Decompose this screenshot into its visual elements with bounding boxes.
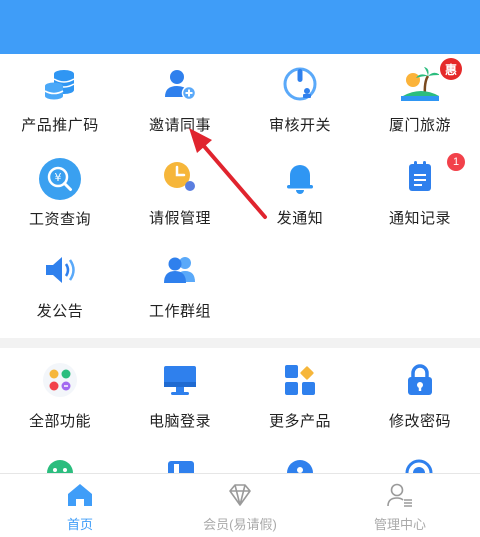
salary-search-icon: ¥ (38, 157, 82, 201)
island-icon (400, 64, 440, 104)
notice-record-icon (400, 157, 440, 197)
feature-review-switch[interactable]: 审核开关 (240, 54, 360, 147)
speaker-icon (40, 250, 80, 290)
feature-send-notice[interactable]: 发通知 (240, 147, 360, 240)
tab-admin-center[interactable]: 管理中心 (320, 474, 480, 537)
feature-label: 发公告 (36, 303, 84, 320)
feature-panel-secondary: 全部功能 电脑登录 更多产品 修改密码 (0, 348, 480, 473)
tab-label-home: 首页 (66, 517, 93, 532)
feature-label: 审核开关 (268, 117, 331, 134)
tab-label-admin: 管理中心 (373, 517, 426, 532)
feature-change-password[interactable]: 修改密码 (360, 348, 480, 448)
partial-blue-icon (166, 458, 196, 474)
add-user-icon (160, 64, 200, 104)
feature-product-qrcode[interactable]: 产品推广码 (0, 54, 120, 147)
feature-work-group[interactable]: 工作群组 (120, 240, 240, 333)
feature-label: 工作群组 (148, 303, 211, 320)
power-switch-icon (280, 64, 320, 104)
more-products-icon (280, 360, 320, 400)
coin-stack-icon (40, 64, 80, 104)
group-icon (160, 250, 200, 290)
partial-circle-icon (285, 458, 315, 474)
lock-icon (400, 360, 440, 400)
admin-user-icon (387, 483, 412, 507)
computer-icon (160, 360, 200, 400)
feature-label: 工资查询 (28, 211, 91, 228)
all-functions-icon (40, 360, 80, 400)
feature-grid-secondary: 全部功能 电脑登录 更多产品 修改密码 (0, 348, 480, 448)
feature-label: 厦门旅游 (388, 117, 451, 134)
feature-label: 发通知 (276, 210, 324, 227)
feature-invite-colleague[interactable]: 邀请同事 (120, 54, 240, 147)
diamond-icon (229, 484, 251, 506)
feature-post-announcement[interactable]: 发公告 (0, 240, 120, 333)
tab-label-member: 会员(易请假) (203, 517, 277, 532)
feature-grid-main: 产品推广码 邀请同事 审核开关 惠 厦门旅游 ¥ 工资查询 请假管理 发通知 1… (0, 54, 480, 333)
feature-panel-main: 产品推广码 邀请同事 审核开关 惠 厦门旅游 ¥ 工资查询 请假管理 发通知 1… (0, 54, 480, 338)
next-row-peek (0, 458, 480, 474)
feature-leave-management[interactable]: 请假管理 (120, 147, 240, 240)
feature-notice-record[interactable]: 1 通知记录 (360, 147, 480, 240)
feature-label: 请假管理 (148, 210, 211, 227)
leave-clock-icon (160, 157, 200, 197)
tab-member[interactable]: 会员(易请假) (160, 474, 320, 537)
feature-all-functions[interactable]: 全部功能 (0, 348, 120, 448)
bell-icon (280, 157, 320, 197)
discount-badge: 惠 (440, 58, 462, 80)
home-icon (68, 484, 92, 506)
header-bar (0, 0, 480, 54)
feature-salary-query[interactable]: ¥ 工资查询 (0, 147, 120, 240)
bottom-tab-bar: 首页 会员(易请假) 管理中心 (0, 473, 480, 537)
feature-more-products[interactable]: 更多产品 (240, 348, 360, 448)
feature-label: 产品推广码 (21, 117, 99, 134)
feature-label: 邀请同事 (148, 117, 211, 134)
partial-green-icon (45, 458, 75, 474)
tab-home[interactable]: 首页 (0, 474, 160, 537)
feature-label: 修改密码 (388, 413, 451, 430)
feature-xiamen-travel[interactable]: 惠 厦门旅游 (360, 54, 480, 147)
unread-count-badge: 1 (447, 153, 465, 171)
feature-label: 通知记录 (388, 210, 451, 227)
svg-text:¥: ¥ (55, 171, 62, 184)
feature-label: 电脑登录 (148, 413, 211, 430)
feature-computer-login[interactable]: 电脑登录 (120, 348, 240, 448)
feature-label: 更多产品 (268, 413, 331, 430)
partial-ring-icon (404, 458, 434, 474)
feature-label: 全部功能 (28, 413, 91, 430)
